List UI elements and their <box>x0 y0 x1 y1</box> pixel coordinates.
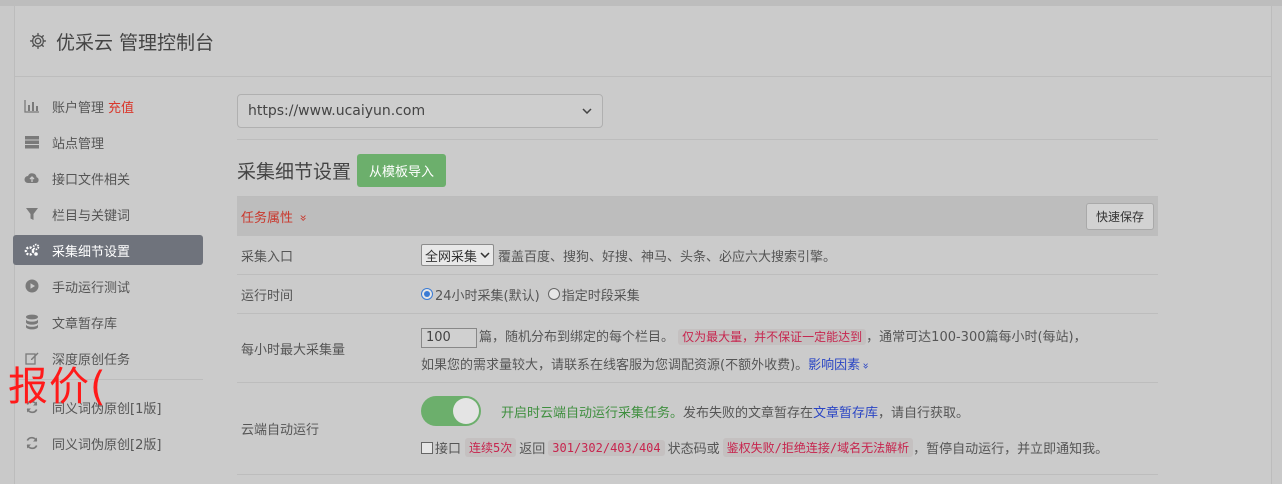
entry-description: 覆盖百度、搜狗、好搜、神马、头条、必应六大搜索引擎。 <box>498 249 837 265</box>
radio-dot-selected <box>421 288 433 300</box>
main-content: https://www.ucaiyun.com 采集细节设置 从模板导入 任务属… <box>237 94 1158 475</box>
row-value: 开启时云端自动运行采集任务。 发布失败的文章暂存在 文章暂存库 ，请自行获取。 … <box>421 383 1158 474</box>
settings-row-entry: 采集入口 全网采集 覆盖百度、搜狗、好搜、神马、头条、必应六大搜索引擎。 <box>237 236 1158 275</box>
row-value: 100 篇，随机分布到绑定的每个栏目。 仅为最大量，并不保证一定能达到 ，通常可达1… <box>421 314 1158 382</box>
cloud-on-text: 开启时云端自动运行采集任务。 <box>501 405 684 421</box>
sidebar-item-columns-keywords[interactable]: 栏目与关键词 <box>13 199 203 229</box>
max-text-3: 如果您的需求量较大，请联系在线客服为您调配资源(不额外收费)。 <box>421 358 809 373</box>
gear-icon <box>29 32 47 50</box>
task-attr-label: 任务属性 <box>241 210 294 226</box>
entry-select[interactable]: 全网采集 <box>421 244 495 266</box>
task-attr-toggle[interactable]: 任务属性 » <box>241 207 311 226</box>
cloud-upload-icon <box>23 170 41 186</box>
database-icon <box>23 314 41 330</box>
sidebar-item-account[interactable]: 账户管理 充值 <box>13 91 203 121</box>
sidebar-item-label: 手动运行测试 <box>52 280 131 296</box>
radio-scheduled[interactable]: 指定时段采集 <box>547 285 640 304</box>
sidebar-item-label: 文章暂存库 <box>52 316 118 332</box>
settings-row-cloud-auto-run: 云端自动运行 开启时云端自动运行采集任务。 发布失败的文章暂存在 文章暂存库 ，… <box>237 383 1158 475</box>
section-title: 采集细节设置 <box>237 160 352 183</box>
row-value: 24小时采集(默认) 指定时段采集 <box>421 275 1158 313</box>
radio-24h[interactable]: 24小时采集(默认) <box>421 285 540 304</box>
watermark-overlay-text: 报价( <box>8 364 107 410</box>
radio-label: 指定时段采集 <box>561 288 640 304</box>
max-text-2: ，通常可达100-300篇每小时(每站)， <box>866 330 1087 345</box>
task-attr-header-row: 任务属性 » 快速保存 <box>237 197 1158 236</box>
max-per-hour-input[interactable]: 100 <box>421 328 477 348</box>
radio-dot <box>547 288 560 300</box>
cloud-text-2: ，请自行获取。 <box>878 405 970 421</box>
sidebar-item-label: 同义词伪原创[2版] <box>52 437 162 453</box>
cloud-text-1: 发布失败的文章暂存在 <box>683 405 814 421</box>
row-label: 运行时间 <box>241 288 294 304</box>
code-consecutive: 连续5次 <box>465 438 517 457</box>
sidebar-item-interface-files[interactable]: 接口文件相关 <box>13 163 203 193</box>
sidebar-item-article-storage[interactable]: 文章暂存库 <box>13 307 203 337</box>
settings-row-runtime: 运行时间 24小时采集(默认) 指定时段采集 <box>237 275 1158 314</box>
row-label: 每小时最大采集量 <box>241 342 346 358</box>
page-title: 优采云 管理控制台 <box>56 31 215 54</box>
settings-table: 任务属性 » 快速保存 采集入口 全网采集 覆盖百度、搜狗、好搜、神马、头条、必… <box>237 196 1158 475</box>
double-chevron-down-icon: » <box>859 362 873 370</box>
cloud-text-5: ，暂停自动运行，并立即通知我。 <box>913 442 1109 457</box>
code-status: 301/302/403/404 <box>548 439 665 456</box>
sidebar-item-sites[interactable]: 站点管理 <box>13 127 203 157</box>
sidebar-item-collect-settings[interactable]: 采集细节设置 <box>13 235 203 265</box>
site-select-value: https://www.ucaiyun.com <box>248 103 426 119</box>
server-icon <box>23 134 41 150</box>
sidebar-item-label: 采集细节设置 <box>52 244 131 260</box>
article-storage-link[interactable]: 文章暂存库 <box>813 402 878 421</box>
bar-chart-icon <box>23 98 41 114</box>
max-text-1: 篇，随机分布到绑定的每个栏目。 <box>479 330 675 345</box>
cloud-auto-run-toggle[interactable] <box>421 396 481 426</box>
sidebar-item-label: 接口文件相关 <box>52 172 131 188</box>
row-label: 采集入口 <box>241 249 294 265</box>
sidebar-item-label: 站点管理 <box>52 136 105 152</box>
play-icon <box>23 278 41 294</box>
cloud-text-4: 状态码或 <box>667 442 720 457</box>
import-from-template-button[interactable]: 从模板导入 <box>357 153 447 187</box>
recharge-link[interactable]: 充值 <box>108 97 134 116</box>
refresh-icon <box>23 435 41 451</box>
gears-icon <box>23 242 41 258</box>
chevron-down-icon <box>582 108 592 114</box>
row-value: 全网采集 覆盖百度、搜狗、好搜、神马、头条、必应六大搜索引擎。 <box>421 236 1158 274</box>
entry-select-value: 全网采集 <box>425 249 478 265</box>
double-chevron-down-icon: » <box>296 213 311 222</box>
settings-row-max-per-hour: 每小时最大采集量 100 篇，随机分布到绑定的每个栏目。 仅为最大量，并不保证一定… <box>237 314 1158 383</box>
sidebar-item-label: 账户管理 <box>52 100 105 116</box>
code-errors: 鉴权失败/拒绝连接/域名无法解析 <box>722 438 914 457</box>
page-header: 优采云 管理控制台 <box>15 6 1271 77</box>
quick-save-button[interactable]: 快速保存 <box>1085 202 1154 230</box>
radio-label: 24小时采集(默认) <box>435 288 540 304</box>
filter-icon <box>23 206 41 222</box>
factors-link[interactable]: 影响因素» <box>808 358 872 373</box>
divider <box>237 139 1158 140</box>
row-label: 云端自动运行 <box>241 423 320 438</box>
sidebar-item-label: 栏目与关键词 <box>52 208 131 224</box>
sidebar-item-synonym-v2[interactable]: 同义词伪原创[2版] <box>13 428 203 458</box>
sidebar-item-manual-run[interactable]: 手动运行测试 <box>13 271 203 301</box>
site-select[interactable]: https://www.ucaiyun.com <box>237 94 603 128</box>
checkbox-label: 接口 <box>435 442 462 457</box>
notify-checkbox[interactable] <box>421 441 433 454</box>
chevron-down-icon <box>480 252 490 258</box>
cloud-text-3: 返回 <box>519 442 546 457</box>
section-header: 采集细节设置 从模板导入 <box>237 153 1158 187</box>
max-note-code: 仅为最大量，并不保证一定能达到 <box>678 329 867 345</box>
